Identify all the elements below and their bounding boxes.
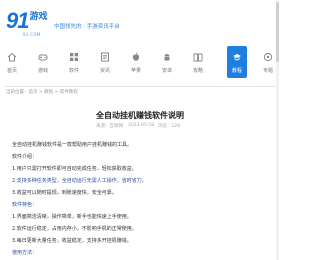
paragraph: 软件特色： xyxy=(12,202,38,208)
nav-item-guides[interactable]: 攻略 xyxy=(188,46,208,78)
logo-subtext: 91.COM xyxy=(23,32,41,37)
paragraph: 2.支持多种任务类型，全自动运行无需人工操作，省时省力。 xyxy=(12,178,147,184)
nav-divider xyxy=(4,86,276,87)
android-icon xyxy=(164,54,170,61)
nav-item-home[interactable]: 首页 xyxy=(2,46,22,78)
nav-label: 苹果 xyxy=(130,68,141,74)
news-icon xyxy=(101,52,109,62)
tutorial-icon xyxy=(233,54,241,61)
nav-label: 攻略 xyxy=(192,68,203,74)
nav-item-android[interactable]: 安卓 xyxy=(157,46,177,78)
nav-label: 软件 xyxy=(68,68,79,74)
site-tagline: 中国领先的 · 手游资讯平台 xyxy=(54,24,120,30)
paragraph: 1.用户只需打开软件即可自动完成任务，轻松获取收益。 xyxy=(12,166,137,172)
paragraph: 全自动挂机赚钱软件是一款帮助用户挂机赚钱的工具。 xyxy=(12,142,133,148)
scrollbar-thumb[interactable] xyxy=(276,2,279,62)
nav-item-news[interactable]: 资讯 xyxy=(95,46,115,78)
breadcrumb[interactable]: 当前位置：首页 > 教程 > 软件教程 xyxy=(6,89,78,95)
nav-label: 专题 xyxy=(262,68,273,74)
gamepad-icon xyxy=(38,54,48,61)
nav-item-software[interactable]: 软件 xyxy=(64,46,84,78)
logo-number: 91 xyxy=(6,8,30,33)
paragraph: 2.软件运行稳定，占用内存小，不影响手机的正常使用。 xyxy=(12,226,137,232)
nav-label: 首页 xyxy=(6,68,17,74)
article-date: 2023-05-18 xyxy=(128,123,155,128)
topic-icon xyxy=(263,52,273,62)
article-title: 全自动挂机赚钱软件说明 xyxy=(96,111,184,120)
nav-label: 教程 xyxy=(231,68,242,74)
paragraph: 3.收益可以随时提现，到账速度快，安全可靠。 xyxy=(12,190,117,196)
apple-icon xyxy=(132,52,140,61)
main-nav: 首页 游戏 软件 资讯 苹果 安卓 攻略 教程 专题 xyxy=(0,46,280,84)
paragraph: 3.每日更新大量任务，收益稳定，支持多开挂机赚钱。 xyxy=(12,238,132,244)
paragraph: 软件介绍： xyxy=(12,154,38,160)
logo-text: 游戏 xyxy=(29,12,48,22)
article-views: 浏览：128 xyxy=(158,124,181,129)
nav-label: 安卓 xyxy=(161,68,172,74)
nav-item-topics[interactable]: 专题 xyxy=(258,46,278,78)
app-icon xyxy=(70,53,78,61)
nav-label: 资讯 xyxy=(99,68,110,74)
home-icon xyxy=(7,52,17,62)
paragraph: 使用方法： xyxy=(12,250,38,256)
guide-icon xyxy=(193,53,203,62)
site-logo[interactable]: 91 游戏 xyxy=(6,8,48,33)
paragraph: 1.界面简洁清晰，操作简单，新手也能快速上手使用。 xyxy=(12,214,132,220)
nav-item-tutorials[interactable]: 教程 xyxy=(227,46,247,78)
article-source: 来源：互联网 xyxy=(96,124,123,129)
nav-label: 游戏 xyxy=(37,68,48,74)
nav-item-apple[interactable]: 苹果 xyxy=(126,46,146,78)
site-header: 91 游戏 91.COM 中国领先的 · 手游资讯平台 xyxy=(0,0,280,42)
nav-item-games[interactable]: 游戏 xyxy=(33,46,53,78)
